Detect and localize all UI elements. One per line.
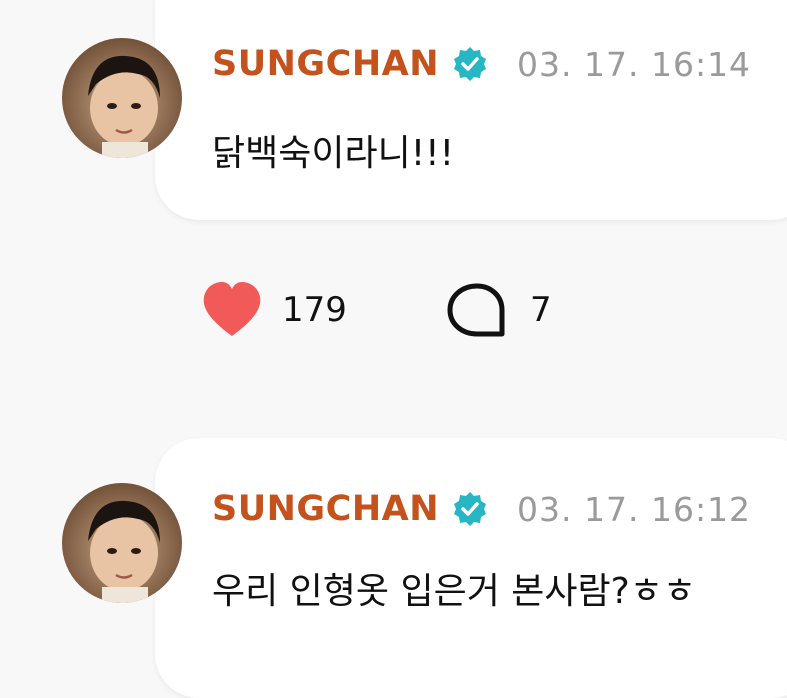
avatar[interactable]: [62, 38, 182, 158]
heart-icon: [203, 282, 261, 336]
verified-badge-icon: [451, 45, 489, 83]
comment-bubble-icon: [447, 283, 505, 337]
author-row: SUNGCHAN 03. 17. 16:12: [212, 489, 751, 529]
post-bubble[interactable]: [155, 0, 787, 220]
like-count: 179: [282, 290, 347, 330]
timestamp: 03. 17. 16:14: [517, 44, 752, 84]
post-actions: 179 7: [0, 266, 787, 356]
timestamp: 03. 17. 16:12: [517, 489, 752, 529]
author-name[interactable]: SUNGCHAN: [212, 44, 439, 84]
post-message: 우리 인형옷 입은거 본사람?ㅎㅎ: [212, 571, 696, 612]
post-message: 닭백숙이라니!!!: [212, 133, 455, 174]
author-row: SUNGCHAN 03. 17. 16:14: [212, 44, 751, 84]
like-button[interactable]: 179: [200, 280, 347, 340]
avatar[interactable]: [62, 483, 182, 603]
author-name[interactable]: SUNGCHAN: [212, 489, 439, 529]
comment-count: 7: [530, 290, 552, 330]
comment-button[interactable]: 7: [446, 282, 552, 338]
verified-badge-icon: [451, 490, 489, 528]
